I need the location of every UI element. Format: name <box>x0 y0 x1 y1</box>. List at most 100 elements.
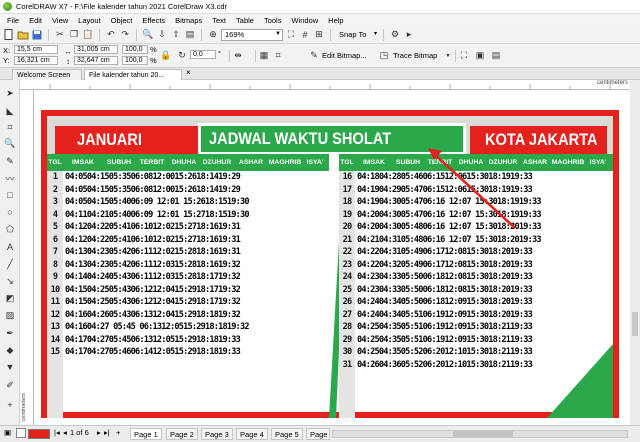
menu-edit[interactable]: Edit <box>24 16 47 25</box>
copy-icon[interactable]: ❐ <box>68 29 80 41</box>
cut-icon[interactable]: ✂ <box>54 29 66 41</box>
last-page-icon[interactable]: ▸| <box>104 428 110 437</box>
connector-tool-icon[interactable]: ↘ <box>3 274 17 288</box>
crop-icon[interactable]: ⌗ <box>272 49 284 61</box>
menu-text[interactable]: Text <box>207 16 231 25</box>
artistic-media-icon[interactable]: 〰 <box>3 171 17 185</box>
resample-icon[interactable]: ⛶ <box>458 49 470 61</box>
pick-tool-icon[interactable]: ➤ <box>3 86 17 100</box>
menu-file[interactable]: File <box>2 16 24 25</box>
page-counter: 1 of 6 <box>70 428 89 437</box>
transparency-tool-icon[interactable]: ▨ <box>3 308 17 322</box>
page-tab-3[interactable]: Page 3 <box>201 428 233 440</box>
page-tab-4[interactable]: Page 4 <box>236 428 268 440</box>
menu-tools[interactable]: Tools <box>259 16 287 25</box>
prayer-schedule-poster[interactable]: JANUARI KOTA JAKARTA JADWAL WAKTU SHOLAT… <box>41 110 619 418</box>
menu-view[interactable]: View <box>47 16 73 25</box>
y-position-input[interactable]: 16,321 cm <box>14 56 58 65</box>
tab-welcome-screen[interactable]: Welcome Screen <box>12 69 82 80</box>
y-label: Y: <box>3 56 10 65</box>
toolbox-plus-icon[interactable]: + <box>3 398 17 412</box>
smart-fill-icon[interactable]: ▼ <box>3 360 17 374</box>
full-screen-icon[interactable]: ⛶ <box>285 29 297 41</box>
page-tab-6[interactable]: Page 6 <box>306 428 330 440</box>
month-title: JANUARI <box>77 130 142 149</box>
vertical-ruler[interactable]: centimeters <box>20 90 34 425</box>
trace-bitmap-button[interactable]: Trace Bitmap <box>393 51 437 60</box>
scale-width-input[interactable]: 100,0 <box>122 45 148 54</box>
col-isya: ISYA' <box>589 159 607 166</box>
prev-page-icon[interactable]: ◂ <box>63 428 67 437</box>
lock-ratio-icon[interactable]: 🔒 <box>160 49 172 61</box>
menu-object[interactable]: Object <box>106 16 138 25</box>
height-input[interactable]: 32,647 cm <box>74 56 118 65</box>
x-position-input[interactable]: 15,5 cm <box>14 45 58 54</box>
page-tab-5[interactable]: Page 5 <box>271 428 303 440</box>
save-icon[interactable] <box>31 29 43 41</box>
vertical-scrollbar[interactable] <box>630 80 640 425</box>
new-document-icon[interactable] <box>3 29 15 41</box>
add-page-icon[interactable]: + <box>116 428 120 437</box>
publish-pdf-icon[interactable]: ▤ <box>184 29 196 41</box>
title-banner: JADWAL WAKTU SHOLAT <box>198 123 466 154</box>
menu-help[interactable]: Help <box>323 16 348 25</box>
menu-layout[interactable]: Layout <box>73 16 106 25</box>
schedule-body: TGL IMSAK SUBUH TERBIT DHUHA DZUHUR ASHA… <box>47 154 613 418</box>
scrollbar-thumb[interactable] <box>632 312 638 336</box>
tab-document[interactable]: File kalender tahun 20... <box>84 69 182 80</box>
first-page-icon[interactable]: |◂ <box>54 428 60 437</box>
col-dzuhur: DZUHUR <box>488 159 518 166</box>
horizontal-scrollbar[interactable] <box>332 430 628 438</box>
page-tab-1[interactable]: Page 1 <box>130 428 162 440</box>
search-content-icon[interactable]: 🔍 <box>142 29 154 41</box>
rotation-angle-input[interactable]: 0,0 <box>190 50 216 59</box>
width-input[interactable]: 31,005 cm <box>74 45 118 54</box>
parallel-dimension-icon[interactable]: ╱ <box>3 257 17 271</box>
options-gear-icon[interactable]: ⚙ <box>389 29 401 41</box>
horizontal-ruler[interactable]: centimeters <box>20 80 630 90</box>
edit-bitmap-button[interactable]: Edit Bitmap... <box>322 51 367 60</box>
zoom-in-icon[interactable]: ⊕ <box>207 29 219 41</box>
scale-height-input[interactable]: 100,0 <box>122 56 148 65</box>
zoom-tool-icon[interactable]: 🔍 <box>3 136 17 150</box>
drop-shadow-icon[interactable]: ◩ <box>3 291 17 305</box>
trace-bitmap-icon: ◳ <box>379 49 389 60</box>
bitmap-options-icon[interactable]: ▦ <box>258 49 270 61</box>
menu-bitmaps[interactable]: Bitmaps <box>170 16 207 25</box>
launch-icon[interactable]: ▸ <box>403 29 415 41</box>
import-icon[interactable]: ⇩ <box>156 29 168 41</box>
open-folder-icon[interactable] <box>17 29 29 41</box>
eyedropper-icon[interactable]: ✒ <box>3 326 17 340</box>
snap-to-button[interactable]: Snap To ▾ <box>336 29 378 41</box>
polygon-tool-icon[interactable]: ⬠ <box>3 222 17 236</box>
bitmap-color-mask-icon[interactable]: ▣ <box>474 49 486 61</box>
menu-effects[interactable]: Effects <box>137 16 170 25</box>
scrollbar-thumb[interactable] <box>453 431 513 437</box>
shape-tool-icon[interactable]: ◣ <box>3 104 17 118</box>
next-page-icon[interactable]: ▸ <box>97 428 101 437</box>
outline-swatch[interactable] <box>28 429 50 439</box>
page-options-icon[interactable]: ▣ <box>4 428 11 437</box>
col-tgl: TGL <box>340 159 354 166</box>
ellipse-tool-icon[interactable]: ○ <box>3 205 17 219</box>
paste-icon[interactable]: 📋 <box>82 29 94 41</box>
menu-table[interactable]: Table <box>231 16 259 25</box>
text-tool-icon[interactable]: A <box>3 240 17 254</box>
undo-icon[interactable]: ↶ <box>105 29 117 41</box>
rectangle-tool-icon[interactable]: □ <box>3 188 17 202</box>
grid-icon[interactable]: # <box>299 29 311 41</box>
wrap-text-icon[interactable]: ▤ <box>490 49 502 61</box>
trace-dropdown-icon[interactable]: ▾ <box>442 49 454 61</box>
guidelines-icon[interactable]: ⊞ <box>313 29 325 41</box>
redo-icon[interactable]: ↷ <box>119 29 131 41</box>
menu-window[interactable]: Window <box>286 16 323 25</box>
fill-swatch[interactable] <box>16 428 26 438</box>
page-tab-2[interactable]: Page 2 <box>166 428 198 440</box>
close-icon[interactable]: × <box>186 68 191 77</box>
outline-pen-icon[interactable]: ✐ <box>3 378 17 392</box>
export-icon[interactable]: ⇧ <box>170 29 182 41</box>
zoom-level-combo[interactable]: 169% ▼ <box>221 28 283 41</box>
crop-tool-icon[interactable]: ⌗ <box>3 120 17 134</box>
freehand-tool-icon[interactable]: ✎ <box>3 154 17 168</box>
interactive-fill-icon[interactable]: ◆ <box>3 343 17 357</box>
